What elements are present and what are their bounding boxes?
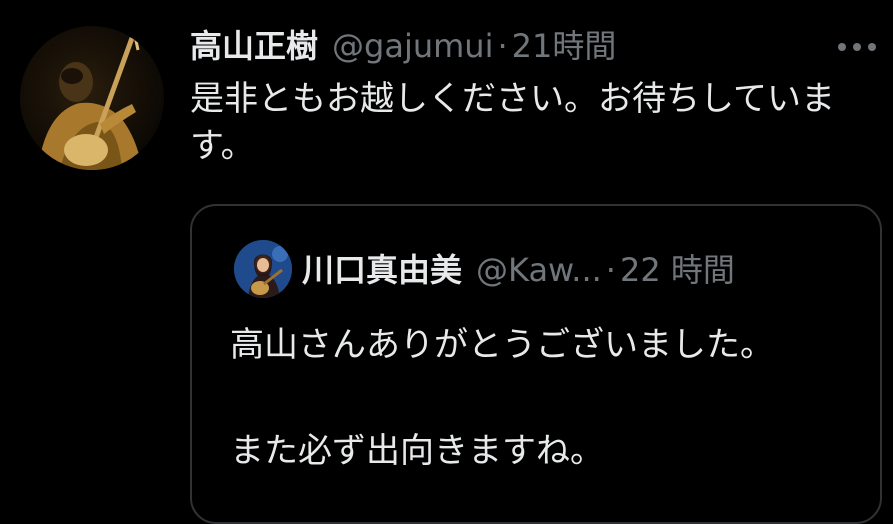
quoted-tweet-header: 川口真由美 @Kaw... · 22 時間	[302, 248, 735, 292]
quoted-tweet[interactable]: 川口真由美 @Kaw... · 22 時間 高山さんありがとうございました。 ま…	[190, 204, 882, 524]
tweet-timestamp[interactable]: 21時間	[512, 24, 617, 68]
quoted-author-name[interactable]: 川口真由美	[302, 248, 462, 292]
separator-dot: ·	[605, 251, 616, 289]
tweet-text: 是非ともお越しください。お待ちしています。	[190, 79, 835, 166]
author-avatar[interactable]	[20, 26, 164, 170]
more-horizontal-icon[interactable]	[834, 34, 880, 60]
quoted-tweet-timestamp[interactable]: 22 時間	[620, 248, 735, 292]
tweet[interactable]: 高山正樹 @gajumui · 21時間 是非ともお越しください。お待ちしていま…	[0, 0, 893, 524]
author-name[interactable]: 高山正樹	[190, 24, 318, 68]
separator-dot: ·	[497, 27, 508, 65]
quoted-tweet-text-line2: また必ず出向きますね。	[230, 431, 604, 471]
quoted-author-handle[interactable]: @Kaw...	[476, 248, 602, 292]
quoted-tweet-text-line1: 高山さんありがとうございました。	[230, 325, 774, 365]
author-handle[interactable]: @gajumui	[332, 24, 493, 68]
tweet-header: 高山正樹 @gajumui · 21時間	[190, 24, 616, 68]
quoted-author-avatar[interactable]	[234, 240, 292, 298]
